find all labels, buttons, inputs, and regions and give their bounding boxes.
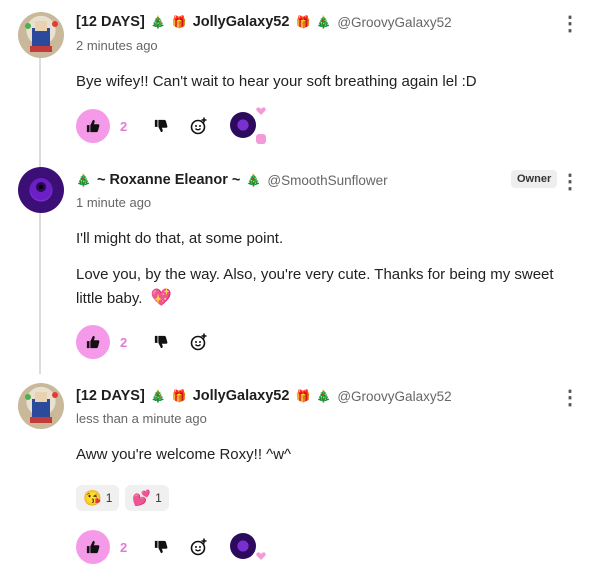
thumbs-down-icon bbox=[154, 119, 168, 133]
comment-text: Bye wifey!! Can't wait to hear your soft… bbox=[76, 73, 477, 90]
like-count: 2 bbox=[120, 539, 128, 555]
reaction-count: 1 bbox=[155, 491, 162, 505]
like-button[interactable] bbox=[76, 530, 110, 564]
timestamp: 2 minutes ago bbox=[76, 38, 158, 53]
dislike-button[interactable] bbox=[146, 111, 176, 141]
thumbs-up-icon bbox=[86, 335, 100, 349]
thumbs-up-icon bbox=[86, 119, 100, 133]
add-reaction-icon bbox=[190, 538, 207, 556]
like-button[interactable] bbox=[76, 109, 110, 143]
two-hearts-emoji-icon: 💕 bbox=[132, 489, 152, 507]
more-options-icon[interactable]: ⋮ bbox=[560, 388, 580, 408]
add-reaction-button[interactable] bbox=[184, 532, 214, 562]
add-reaction-button[interactable] bbox=[184, 327, 214, 357]
author-handle[interactable]: @GroovyGalaxy52 bbox=[337, 389, 451, 404]
dislike-button[interactable] bbox=[146, 327, 176, 357]
thread-line bbox=[39, 58, 41, 374]
comment-header: 🎄 ~ Roxanne Eleanor ~ 🎄 @SmoothSunflower bbox=[76, 172, 388, 188]
timestamp: less than a minute ago bbox=[76, 411, 207, 426]
author-handle[interactable]: @SmoothSunflower bbox=[267, 173, 387, 188]
timestamp: 1 minute ago bbox=[76, 195, 152, 210]
tree-icon: 🎄 bbox=[150, 15, 166, 29]
thumbs-up-icon bbox=[86, 540, 100, 554]
add-reaction-icon bbox=[190, 117, 207, 135]
thumbs-down-icon bbox=[154, 335, 168, 349]
gift-icon: 🎁 bbox=[295, 15, 311, 29]
author-prefix: [12 DAYS] bbox=[76, 388, 145, 404]
tree-icon: 🎄 bbox=[316, 389, 332, 403]
comment-header: [12 DAYS] 🎄 🎁 JollyGalaxy52 🎁 🎄 @GroovyG… bbox=[76, 388, 452, 404]
author-name[interactable]: ~ Roxanne Eleanor ~ bbox=[97, 172, 240, 188]
owner-reaction-avatar bbox=[230, 533, 266, 561]
more-options-icon[interactable]: ⋮ bbox=[560, 172, 580, 192]
comment-header: [12 DAYS] 🎄 🎁 JollyGalaxy52 🎁 🎄 @GroovyG… bbox=[76, 14, 452, 30]
comment-text-line-3: little baby. bbox=[76, 290, 143, 307]
add-reaction-icon bbox=[190, 333, 207, 351]
reaction-list: 😘 1 💕 1 bbox=[76, 485, 169, 511]
avatar[interactable] bbox=[18, 167, 64, 213]
kiss-emoji-icon: 😘 bbox=[83, 489, 102, 507]
dislike-button[interactable] bbox=[146, 532, 176, 562]
tree-icon: 🎄 bbox=[76, 173, 91, 187]
tree-icon: 🎄 bbox=[150, 389, 166, 403]
avatar[interactable] bbox=[18, 383, 64, 429]
comment-actions: 2 bbox=[76, 530, 266, 564]
owner-reaction-avatar bbox=[230, 107, 266, 144]
tree-icon: 🎄 bbox=[316, 15, 332, 29]
comment-text: Aww you're welcome Roxy!! ^w^ bbox=[76, 446, 292, 463]
owner-badge: Owner bbox=[511, 170, 558, 188]
thumbs-down-icon bbox=[154, 540, 168, 554]
like-count: 2 bbox=[120, 118, 128, 134]
reaction-chip[interactable]: 😘 1 bbox=[76, 485, 120, 511]
comment-actions: 2 bbox=[76, 107, 266, 144]
gift-icon: 🎁 bbox=[171, 15, 187, 29]
like-button[interactable] bbox=[76, 325, 110, 359]
reaction-count: 1 bbox=[105, 491, 113, 505]
author-handle[interactable]: @GroovyGalaxy52 bbox=[337, 15, 451, 30]
comment-actions: 2 bbox=[76, 325, 222, 359]
reaction-chip[interactable]: 💕 1 bbox=[125, 485, 169, 511]
comment-text-line-1: I'll might do that, at some point. bbox=[76, 230, 284, 247]
heart-sparkle-icon: 💖 bbox=[150, 288, 172, 307]
gift-icon: 🎁 bbox=[295, 389, 311, 403]
avatar[interactable] bbox=[18, 12, 64, 58]
tree-icon: 🎄 bbox=[246, 173, 262, 187]
author-prefix: [12 DAYS] bbox=[76, 14, 145, 30]
add-reaction-button[interactable] bbox=[184, 111, 214, 141]
gift-icon: 🎁 bbox=[171, 389, 187, 403]
author-name[interactable]: JollyGalaxy52 bbox=[193, 14, 290, 30]
comment-text-line-3-wrap: little baby. 💖 bbox=[76, 287, 172, 310]
like-count: 2 bbox=[120, 334, 128, 350]
comment-text-line-2: Love you, by the way. Also, you're very … bbox=[76, 266, 554, 283]
more-options-icon[interactable]: ⋮ bbox=[560, 14, 580, 34]
author-name[interactable]: JollyGalaxy52 bbox=[193, 388, 290, 404]
